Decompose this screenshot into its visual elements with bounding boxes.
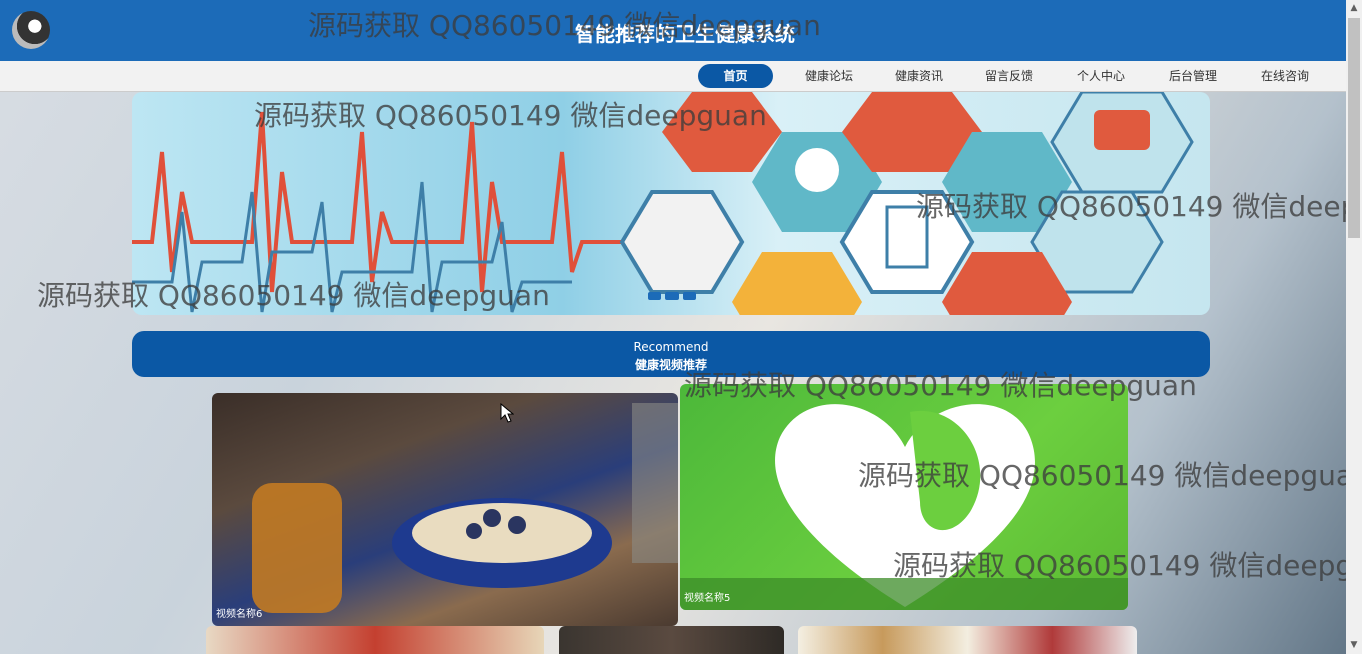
video-name: 视频名称6 xyxy=(216,609,263,620)
video-card[interactable]: 视频名称6 xyxy=(212,393,678,626)
nav-feedback[interactable]: 留言反馈 xyxy=(970,64,1048,88)
video-thumbnail xyxy=(252,403,678,613)
recommend-title-en: Recommend xyxy=(633,340,709,354)
mouse-cursor-icon xyxy=(500,403,514,423)
banner-pagination[interactable] xyxy=(648,292,696,300)
nav-home[interactable]: 首页 xyxy=(698,64,773,88)
video-caption: 视频名称6 xyxy=(212,594,678,626)
scroll-down-icon[interactable]: ▼ xyxy=(1349,640,1359,650)
video-name: 视频名称5 xyxy=(684,593,731,604)
video-card[interactable] xyxy=(559,626,784,654)
scroll-thumb[interactable] xyxy=(1348,18,1360,238)
main-nav: 首页 健康论坛 健康资讯 留言反馈 个人中心 后台管理 在线咨询 xyxy=(0,61,1346,92)
vertical-scrollbar[interactable]: ▲ ▼ xyxy=(1346,0,1362,654)
nav-health-news[interactable]: 健康资讯 xyxy=(880,64,958,88)
top-header-bar: 智能推荐的卫生健康系统 xyxy=(0,0,1346,61)
nav-personal-center[interactable]: 个人中心 xyxy=(1062,64,1140,88)
nav-admin[interactable]: 后台管理 xyxy=(1154,64,1232,88)
recommend-header: Recommend 健康视频推荐 xyxy=(132,331,1210,377)
nav-health-forum[interactable]: 健康论坛 xyxy=(790,64,868,88)
scroll-up-icon[interactable]: ▲ xyxy=(1349,3,1359,13)
site-logo[interactable] xyxy=(12,11,50,49)
recommend-title-cn: 健康视频推荐 xyxy=(634,358,707,372)
hero-banner[interactable] xyxy=(132,92,1210,315)
banner-illustration xyxy=(132,92,1194,315)
nav-online-consult[interactable]: 在线咨询 xyxy=(1246,64,1324,88)
video-card[interactable] xyxy=(206,626,544,654)
video-card[interactable]: 视频名称5 xyxy=(680,384,1128,610)
video-caption: 视频名称5 xyxy=(680,578,1128,610)
site-title: 智能推荐的卫生健康系统 xyxy=(575,22,795,46)
video-card[interactable] xyxy=(798,626,1137,654)
